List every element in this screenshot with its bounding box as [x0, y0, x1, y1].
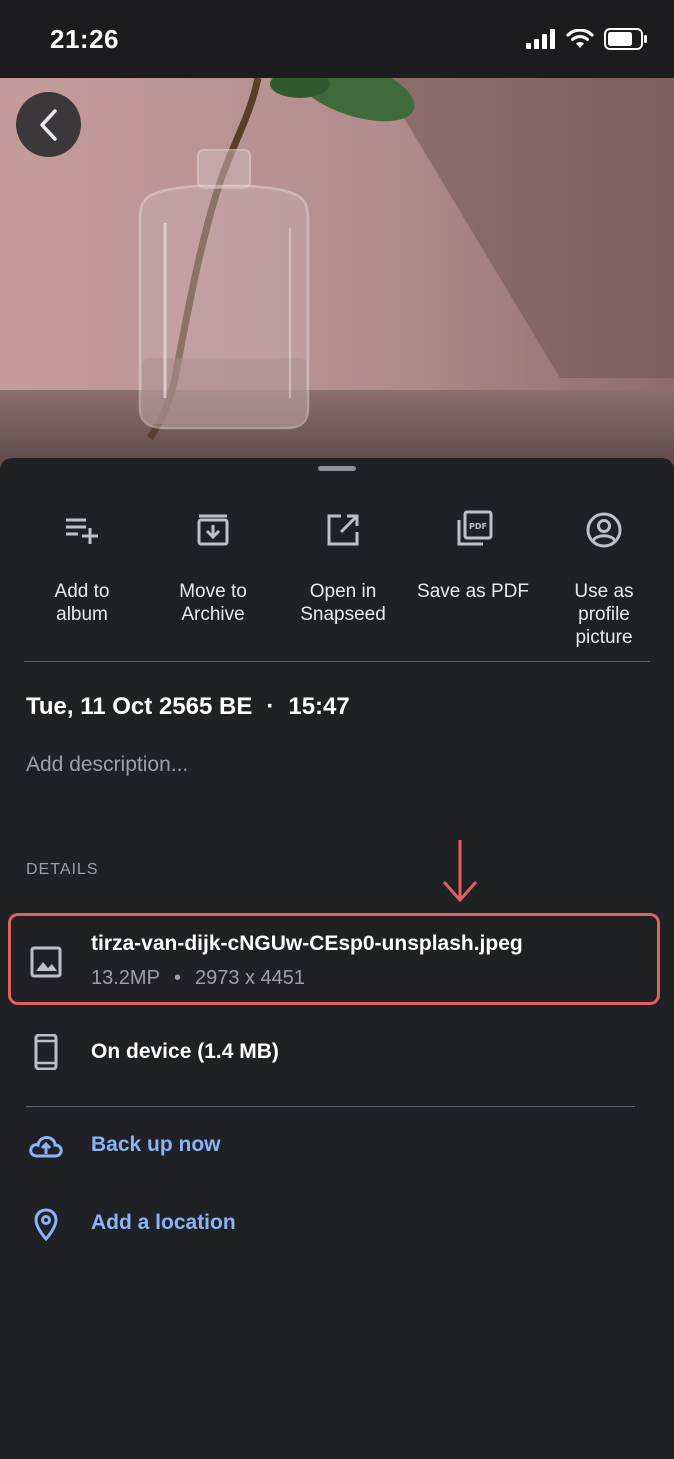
file-info-highlight	[8, 913, 660, 1005]
status-time: 21:26	[50, 24, 119, 54]
status-bar: 21:26	[0, 0, 674, 78]
chevron-left-icon	[39, 108, 57, 141]
move-to-archive-label: Move to Archive	[179, 581, 247, 625]
save-as-pdf-button[interactable]: PDF Save as PDF	[403, 510, 543, 603]
details-divider	[26, 1106, 635, 1107]
photo-image	[0, 78, 674, 470]
status-icons	[526, 28, 648, 50]
phone-icon	[34, 1034, 58, 1070]
location-pin-icon	[34, 1208, 58, 1242]
details-heading: DETAILS	[26, 861, 99, 878]
actions-divider	[24, 661, 650, 662]
storage-info: On device (1.4 MB)	[91, 1040, 279, 1063]
annotation-arrow-icon	[442, 840, 478, 903]
save-as-pdf-label: Save as PDF	[417, 581, 529, 602]
drag-handle[interactable]	[318, 466, 356, 471]
open-in-snapseed-label: Open in Snapseed	[300, 581, 386, 625]
add-location-link[interactable]: Add a location	[91, 1211, 236, 1235]
open-in-snapseed-button[interactable]: Open in Snapseed	[273, 510, 413, 626]
add-to-album-label: Add to album	[54, 581, 110, 625]
file-meta-separator: •	[173, 967, 181, 989]
use-as-profile-picture-button[interactable]: Use as profile picture	[534, 510, 674, 649]
archive-icon	[197, 514, 229, 546]
account-circle-icon	[586, 512, 622, 548]
back-up-now-link[interactable]: Back up now	[91, 1133, 221, 1157]
image-icon	[30, 946, 62, 978]
wifi-icon	[566, 29, 594, 48]
file-megapixels: 13.2MP	[91, 967, 160, 989]
file-meta: 13.2MP • 2973 x 4451	[91, 967, 305, 990]
add-to-album-button[interactable]: Add to album	[12, 510, 152, 626]
info-sheet: Add to album Move to Archive Open in Sna…	[0, 458, 674, 1459]
open-external-icon	[327, 514, 359, 546]
pdf-icon: PDF	[457, 510, 493, 546]
date-time[interactable]: Tue, 11 Oct 2565 BE · 15:47	[26, 693, 350, 721]
photo-preview[interactable]	[0, 78, 674, 470]
back-button[interactable]	[16, 92, 81, 157]
photo-time: 15:47	[288, 693, 350, 720]
move-to-archive-button[interactable]: Move to Archive	[143, 510, 283, 626]
playlist-add-icon	[66, 518, 98, 544]
svg-text:PDF: PDF	[469, 522, 487, 531]
cellular-signal-icon	[526, 29, 555, 49]
battery-icon	[604, 28, 647, 50]
date-separator: ·	[266, 693, 275, 720]
photo-date: Tue, 11 Oct 2565 BE	[26, 693, 253, 720]
cloud-upload-icon	[29, 1135, 63, 1158]
file-dimensions: 2973 x 4451	[194, 967, 306, 989]
file-name: tirza-van-dijk-cNGUw-CEsp0-unsplash.jpeg	[91, 932, 523, 955]
use-as-profile-picture-label: Use as profile picture	[574, 581, 634, 648]
add-description-input[interactable]: Add description...	[26, 753, 188, 777]
